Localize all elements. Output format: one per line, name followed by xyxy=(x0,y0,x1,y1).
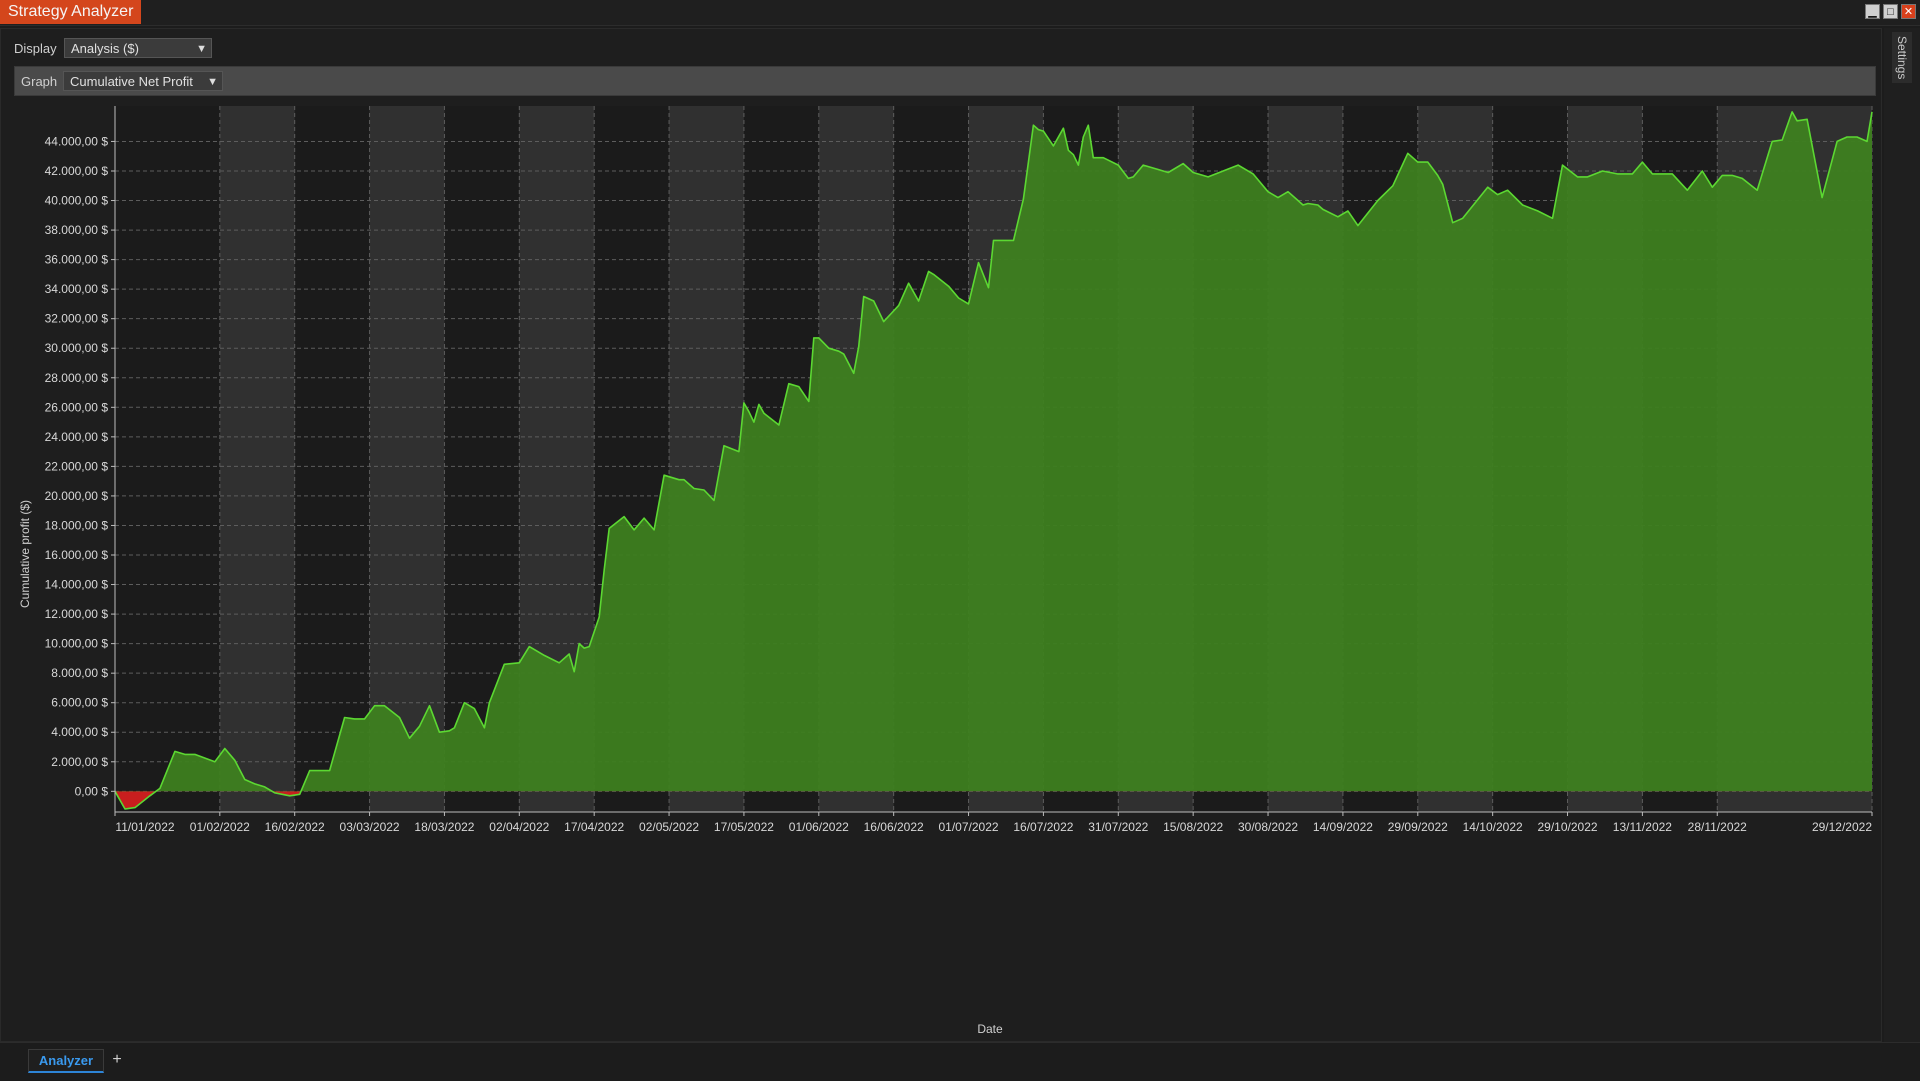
y-tick-label: 42.000,00 $ xyxy=(45,164,109,178)
window-title: Strategy Analyzer xyxy=(0,0,142,24)
y-tick-label: 12.000,00 $ xyxy=(45,607,109,621)
y-tick-label: 28.000,00 $ xyxy=(45,371,109,385)
x-tick-label: 14/10/2022 xyxy=(1463,820,1523,834)
title-bar: Strategy Analyzer ▁ □ ✕ xyxy=(0,0,1920,26)
y-tick-label: 26.000,00 $ xyxy=(45,400,109,414)
chart-frame: 0,00 $ 2.000,00 $ 4.000,00 $ 6.000,00 $ 8.00… xyxy=(14,100,1876,1038)
x-tick-label: 17/05/2022 xyxy=(714,820,774,834)
y-tick-label: 0,00 $ xyxy=(75,784,109,798)
y-tick-label: 30.000,00 $ xyxy=(45,341,109,355)
display-value: Analysis ($) xyxy=(71,41,139,56)
y-tick-label: 22.000,00 $ xyxy=(45,459,109,473)
x-tick-label: 11/01/2022 xyxy=(115,820,174,834)
y-tick-label: 14.000,00 $ xyxy=(45,578,109,592)
y-tick-label: 38.000,00 $ xyxy=(45,223,109,237)
close-button[interactable]: ✕ xyxy=(1901,4,1916,19)
y-tick-label: 8.000,00 $ xyxy=(51,666,108,680)
add-tab-button[interactable]: + xyxy=(108,1049,126,1071)
y-tick-label: 6.000,00 $ xyxy=(51,696,108,710)
display-dropdown[interactable]: Analysis ($) ▼ xyxy=(64,38,212,58)
plot-band xyxy=(219,106,295,812)
x-tick-label: 02/04/2022 xyxy=(489,820,549,834)
maximize-button[interactable]: □ xyxy=(1883,4,1898,19)
y-tick-label: 34.000,00 $ xyxy=(45,282,109,296)
graph-toolbar: Graph Cumulative Net Profit ▼ xyxy=(14,66,1876,96)
x-tick-label: 18/03/2022 xyxy=(414,820,474,834)
x-tick-label: 02/05/2022 xyxy=(639,820,699,834)
bottom-tab-bar: Analyzer + xyxy=(0,1042,1920,1081)
chevron-down-icon: ▼ xyxy=(207,76,218,88)
x-tick-label: 29/09/2022 xyxy=(1388,820,1448,834)
x-tick-label: 01/07/2022 xyxy=(939,820,999,834)
graph-label: Graph xyxy=(21,74,58,89)
graph-value: Cumulative Net Profit xyxy=(70,74,193,89)
chevron-down-icon: ▼ xyxy=(196,43,207,55)
x-tick-label: 17/04/2022 xyxy=(564,820,624,834)
x-tick-label: 31/07/2022 xyxy=(1088,820,1148,834)
x-tick-label: 16/07/2022 xyxy=(1013,820,1073,834)
cumulative-profit-chart: 0,00 $ 2.000,00 $ 4.000,00 $ 6.000,00 $ 8.00… xyxy=(18,106,1873,1036)
display-label: Display xyxy=(14,41,57,56)
x-tick-label: 29/12/2022 xyxy=(1812,820,1872,834)
settings-tab[interactable]: Settings xyxy=(1892,32,1912,84)
graph-dropdown[interactable]: Cumulative Net Profit ▼ xyxy=(63,71,223,91)
side-panel: Settings xyxy=(1884,28,1920,1042)
x-tick-label: 29/10/2022 xyxy=(1537,820,1597,834)
x-tick-label: 15/08/2022 xyxy=(1163,820,1223,834)
x-tick-label: 01/02/2022 xyxy=(190,820,250,834)
window-controls: ▁ □ ✕ xyxy=(1865,4,1916,19)
tab-analyzer[interactable]: Analyzer xyxy=(28,1049,104,1073)
x-tick-label: 01/06/2022 xyxy=(789,820,849,834)
x-tick-label: 30/08/2022 xyxy=(1238,820,1298,834)
y-tick-label: 2.000,00 $ xyxy=(51,755,108,769)
y-tick-label: 10.000,00 $ xyxy=(45,637,109,651)
x-tick-label: 13/11/2022 xyxy=(1613,820,1672,834)
x-tick-label: 14/09/2022 xyxy=(1313,820,1373,834)
y-tick-label: 32.000,00 $ xyxy=(45,312,109,326)
x-tick-label: 16/06/2022 xyxy=(864,820,924,834)
y-tick-label: 20.000,00 $ xyxy=(45,489,109,503)
x-axis-title: Date xyxy=(977,1022,1003,1036)
y-tick-label: 40.000,00 $ xyxy=(45,194,109,208)
y-tick-label: 44.000,00 $ xyxy=(45,134,109,148)
x-tick-label: 16/02/2022 xyxy=(265,820,325,834)
y-tick-label: 36.000,00 $ xyxy=(45,253,109,267)
y-axis-title: Cumulative profit ($) xyxy=(18,500,32,608)
y-tick-label: 18.000,00 $ xyxy=(45,518,109,532)
y-tick-label: 16.000,00 $ xyxy=(45,548,109,562)
y-tick-label: 4.000,00 $ xyxy=(51,725,108,739)
y-tick-label: 24.000,00 $ xyxy=(45,430,109,444)
x-tick-label: 03/03/2022 xyxy=(340,820,400,834)
x-tick-label: 28/11/2022 xyxy=(1688,820,1747,834)
minimize-button[interactable]: ▁ xyxy=(1865,4,1880,19)
